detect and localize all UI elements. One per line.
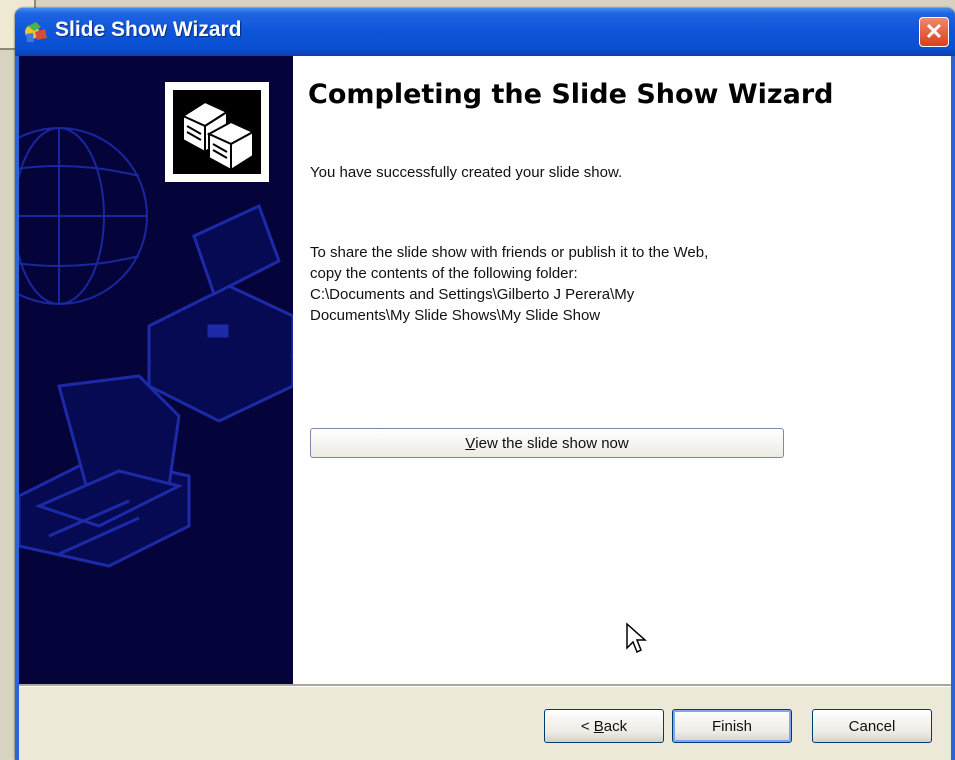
wizard-button-bar: < Back Finish Cancel	[19, 687, 951, 760]
header-icon-frame	[165, 82, 269, 182]
close-button[interactable]: ✕	[919, 17, 949, 47]
computers-icon	[173, 90, 261, 174]
folder-path-line: Documents\My Slide Shows\My Slide Show	[310, 307, 601, 324]
view-button-mnemonic: V	[465, 434, 476, 452]
cancel-button[interactable]: Cancel	[812, 709, 932, 743]
success-message: You have successfully created your slide…	[310, 164, 623, 181]
back-prefix: <	[580, 717, 594, 735]
back-mnemonic: B	[593, 717, 604, 735]
wizard-window: Slide Show Wizard ✕ Completing the Slide…	[15, 8, 955, 760]
title-bar[interactable]: Slide Show Wizard ✕	[15, 8, 955, 56]
back-label: ack	[603, 717, 628, 735]
share-line: copy the contents of the following folde…	[310, 265, 578, 282]
wizard-app-icon	[25, 22, 47, 42]
wizard-content: Completing the Slide Show Wizard You hav…	[293, 56, 951, 684]
close-icon: ✕	[924, 19, 944, 44]
back-button[interactable]: < Back	[544, 709, 664, 743]
folder-path-line: C:\Documents and Settings\Gilberto J Per…	[310, 286, 635, 303]
finish-button[interactable]: Finish	[672, 709, 792, 743]
mouse-pointer-icon	[626, 622, 647, 654]
view-slide-show-button[interactable]: View the slide show now	[310, 428, 784, 458]
window-title: Slide Show Wizard	[55, 18, 242, 41]
wizard-side-panel	[19, 56, 293, 684]
window-client: Completing the Slide Show Wizard You hav…	[19, 56, 951, 760]
share-line: To share the slide show with friends or …	[310, 244, 709, 261]
share-instructions: To share the slide show with friends or …	[310, 242, 870, 326]
page-title: Completing the Slide Show Wizard	[308, 79, 834, 110]
view-button-label: iew the slide show now	[475, 434, 629, 452]
